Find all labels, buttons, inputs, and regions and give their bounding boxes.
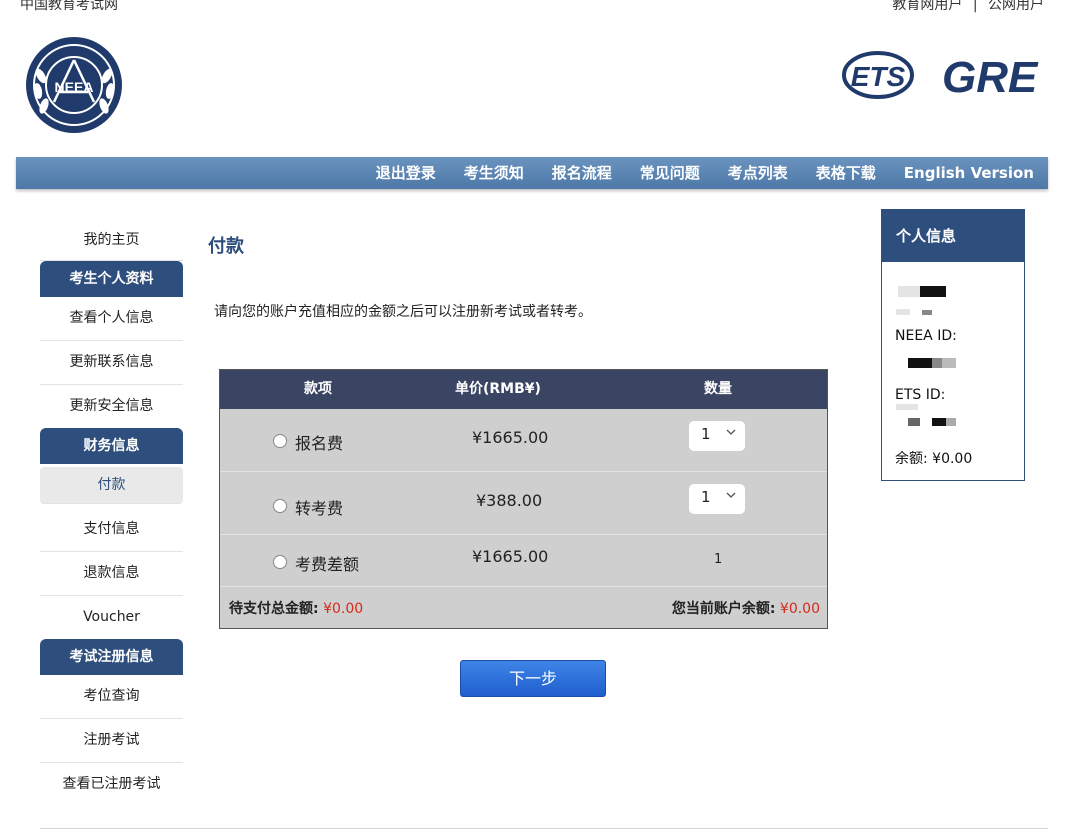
personal-info-panel: 个人信息 NEEA ID: ETS ID: 余额: ¥0.00 bbox=[881, 209, 1025, 481]
quantity-select-registration[interactable]: 1 bbox=[689, 421, 745, 451]
nav-test-centers[interactable]: 考点列表 bbox=[728, 157, 788, 189]
redacted-ets-id bbox=[896, 404, 918, 410]
personal-info-title: 个人信息 bbox=[882, 210, 1024, 262]
sidebar-section-profile: 考生个人资料 bbox=[40, 261, 183, 297]
redacted-ets-id bbox=[946, 418, 956, 426]
sidebar-item-view-info[interactable]: 查看个人信息 bbox=[40, 297, 183, 341]
table-row: 转考费 ¥388.00 1 bbox=[220, 472, 827, 535]
sidebar-item-payment[interactable]: 付款 bbox=[40, 467, 183, 504]
nav-registration-process[interactable]: 报名流程 bbox=[552, 157, 612, 189]
total-due-label: 待支付总金额: bbox=[229, 601, 319, 617]
chevron-down-icon bbox=[726, 429, 736, 435]
footer-divider bbox=[40, 828, 1048, 829]
sidebar-item-update-security[interactable]: 更新安全信息 bbox=[40, 385, 183, 428]
row-item-label: 考费差额 bbox=[295, 555, 360, 574]
row-price: ¥1665.00 bbox=[472, 428, 549, 447]
quantity-value: 1 bbox=[701, 488, 711, 506]
header-unit-price: 单价(RMB¥) bbox=[455, 381, 541, 397]
row-price: ¥388.00 bbox=[476, 491, 543, 510]
next-step-button[interactable]: 下一步 bbox=[460, 660, 606, 697]
header-quantity: 数量 bbox=[704, 381, 732, 397]
ets-logo-text: ETS bbox=[851, 61, 906, 92]
table-row: 考费差额 ¥1665.00 1 bbox=[220, 535, 827, 587]
payment-table-footer: 待支付总金额: ¥0.00 您当前账户余额: ¥0.00 bbox=[220, 587, 827, 627]
payment-table-header: 款项 单价(RMB¥) 数量 bbox=[220, 370, 827, 409]
ets-id-label: ETS ID: bbox=[895, 387, 946, 403]
sidebar-item-update-contact[interactable]: 更新联系信息 bbox=[40, 341, 183, 385]
link-separator: | bbox=[972, 0, 978, 13]
row-price: ¥1665.00 bbox=[472, 547, 549, 566]
nav-form-download[interactable]: 表格下载 bbox=[816, 157, 876, 189]
account-balance: 余额: ¥0.00 bbox=[895, 451, 973, 467]
current-balance-value: ¥0.00 bbox=[779, 601, 820, 617]
row-item-label: 报名费 bbox=[295, 434, 344, 453]
redacted-name bbox=[920, 286, 946, 297]
redacted-ets-id bbox=[908, 418, 920, 426]
neea-id-label: NEEA ID: bbox=[895, 328, 957, 344]
sidebar-item-voucher[interactable]: Voucher bbox=[40, 596, 183, 639]
redacted-name bbox=[896, 309, 910, 315]
payment-notice: 请向您的账户充值相应的金额之后可以注册新考试或者转考。 bbox=[214, 304, 592, 320]
payment-table: 款项 单价(RMB¥) 数量 报名费 ¥1665.00 1 转考费 ¥388.0… bbox=[219, 369, 828, 629]
radio-fee-difference[interactable] bbox=[273, 555, 287, 569]
radio-transfer-fee[interactable] bbox=[273, 499, 287, 513]
public-user-link[interactable]: 公网用户 bbox=[988, 0, 1044, 13]
total-due: 待支付总金额: ¥0.00 bbox=[229, 598, 363, 618]
sidebar-item-register-exam[interactable]: 注册考试 bbox=[40, 719, 183, 763]
neea-logo-text: NEEA bbox=[55, 79, 94, 95]
total-due-value: ¥0.00 bbox=[323, 601, 364, 617]
quantity-value: 1 bbox=[701, 425, 711, 443]
quantity-fixed-value: 1 bbox=[714, 552, 723, 567]
redacted-name bbox=[922, 310, 932, 315]
redacted-name bbox=[898, 286, 920, 297]
quantity-select-transfer[interactable]: 1 bbox=[689, 484, 745, 514]
redacted-neea-id bbox=[942, 358, 956, 368]
sidebar-item-home[interactable]: 我的主页 bbox=[40, 220, 183, 261]
ets-gre-logo: ETS GRE bbox=[842, 51, 1039, 100]
page-title: 付款 bbox=[208, 236, 244, 257]
radio-registration-fee[interactable] bbox=[273, 434, 287, 448]
site-name-link[interactable]: 中国教育考试网 bbox=[20, 0, 118, 14]
sidebar-section-finance: 财务信息 bbox=[40, 428, 183, 464]
sidebar-section-exam-registration: 考试注册信息 bbox=[40, 639, 183, 675]
redacted-neea-id bbox=[908, 358, 932, 368]
nav-candidate-notice[interactable]: 考生须知 bbox=[464, 157, 524, 189]
user-type-links: 教育网用户 | 公网用户 bbox=[892, 0, 1044, 14]
current-balance: 您当前账户余额: ¥0.00 bbox=[672, 598, 820, 618]
nav-logout[interactable]: 退出登录 bbox=[376, 157, 436, 189]
chevron-down-icon bbox=[726, 492, 736, 498]
sidebar-item-refund-info[interactable]: 退款信息 bbox=[40, 552, 183, 596]
table-row: 报名费 ¥1665.00 1 bbox=[220, 409, 827, 472]
current-balance-label: 您当前账户余额: bbox=[671, 601, 776, 617]
redacted-neea-id bbox=[932, 358, 942, 368]
top-utility-bar: 中国教育考试网 教育网用户 | 公网用户 bbox=[0, 0, 1080, 14]
main-nav-bar: 退出登录 考生须知 报名流程 常见问题 考点列表 表格下载 English Ve… bbox=[16, 157, 1048, 189]
nav-english-version[interactable]: English Version bbox=[904, 157, 1034, 189]
row-item-label: 转考费 bbox=[295, 499, 344, 518]
edu-user-link[interactable]: 教育网用户 bbox=[892, 0, 962, 13]
sidebar-item-payment-info[interactable]: 支付信息 bbox=[40, 508, 183, 552]
neea-logo: NEEA bbox=[26, 37, 122, 133]
nav-faq[interactable]: 常见问题 bbox=[640, 157, 700, 189]
header-item: 款项 bbox=[304, 381, 332, 397]
gre-logo-text: GRE bbox=[942, 53, 1039, 100]
sidebar: 我的主页 考生个人资料 查看个人信息 更新联系信息 更新安全信息 财务信息 付款… bbox=[40, 220, 183, 806]
redacted-ets-id bbox=[932, 418, 946, 426]
sidebar-item-seat-query[interactable]: 考位查询 bbox=[40, 675, 183, 719]
sidebar-item-view-registered[interactable]: 查看已注册考试 bbox=[40, 763, 183, 806]
